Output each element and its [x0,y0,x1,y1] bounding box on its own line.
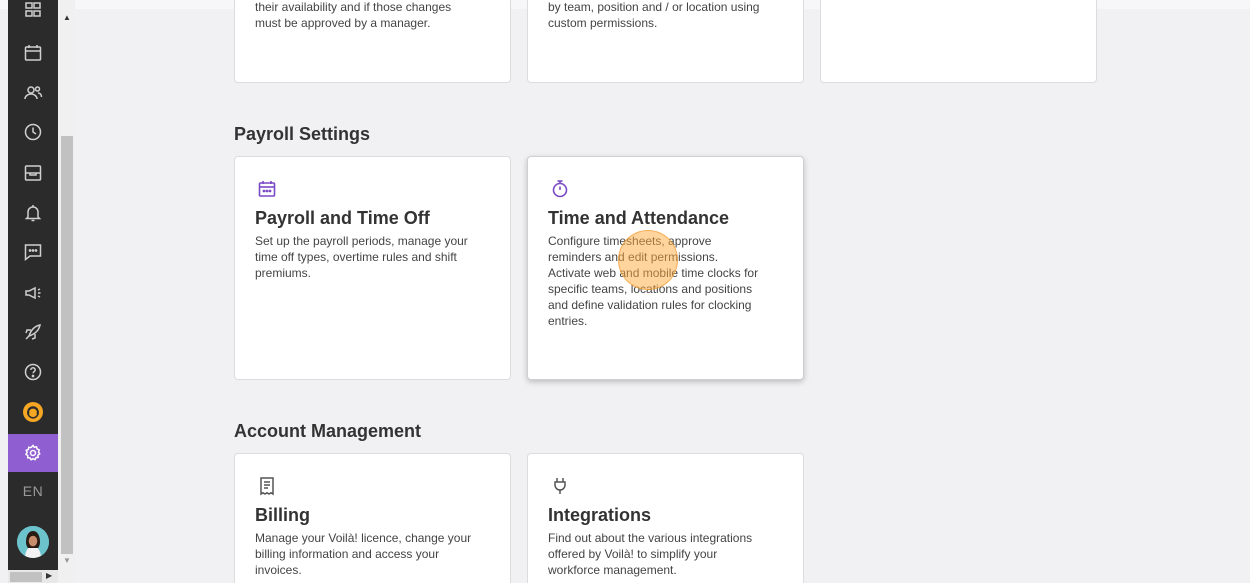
card-title: Payroll and Time Off [255,208,430,228]
rocket-icon[interactable] [8,314,58,350]
plug-icon [554,478,566,494]
card-description: by team, position and / or location usin… [548,0,759,31]
settings-card[interactable] [820,0,1097,83]
payroll-time-off-card[interactable]: Payroll and Time Off Set up the payroll … [234,156,511,380]
card-title: Billing [255,505,310,525]
desc-line: time off types, overtime rules and shift [255,250,457,264]
desc-line: Set up the payroll periods, manage your [255,234,468,248]
stopwatch-icon [552,180,568,198]
receipt-icon [260,477,274,496]
megaphone-icon[interactable] [8,275,58,311]
desc-line: billing information and access your [255,547,440,561]
calendar-icon[interactable] [8,35,58,71]
help-icon[interactable] [8,354,58,390]
desc-line: invoices. [255,563,302,577]
click-indicator [618,230,678,290]
integrations-card[interactable]: Integrations Find out about the various … [527,453,804,583]
settings-icon[interactable] [8,434,58,472]
desc-line: by team, position and / or location usin… [548,0,760,14]
calendar-icon [258,181,276,197]
inbox-icon[interactable] [8,155,58,191]
desc-line: and define validation rules for clocking [548,298,752,312]
scroll-up-arrow-icon[interactable]: ▲ [60,10,74,24]
avatar[interactable] [17,526,49,558]
billing-card[interactable]: Billing Manage your Voilà! licence, chan… [234,453,511,583]
people-icon[interactable] [8,75,58,111]
desc-line: entries. [548,314,588,328]
desc-line: Manage your Voilà! licence, change your [255,531,472,545]
card-description: Manage your Voilà! licence, change your … [255,530,471,578]
chat-icon[interactable] [8,234,58,270]
clock-icon[interactable] [8,114,58,150]
card-title: Time and Attendance [548,208,730,228]
bell-icon[interactable] [8,195,58,231]
scroll-right-arrow-icon[interactable]: ▶ [46,571,52,580]
card-description: their availability and if those changes … [255,0,451,31]
desc-line: premiums. [255,266,312,280]
desc-line: their availability and if those changes [255,0,452,14]
card-description: Find out about the various integrations … [548,530,752,578]
scroll-down-arrow-icon[interactable]: ▼ [60,553,74,567]
desc-line: must be approved by a manager. [255,16,431,30]
card-description: Set up the payroll periods, manage your … [255,233,468,281]
scrollbar-thumb[interactable] [61,136,73,554]
account-management-heading: Account Management [234,421,422,441]
desc-line: Find out about the various integrations [548,531,753,545]
desc-line: offered by Voilà! to simplify your [548,547,718,561]
language-selector[interactable]: EN [8,476,58,506]
horizontal-scrollbar-thumb[interactable] [10,572,42,582]
availability-card[interactable]: their availability and if those changes … [234,0,511,83]
sidebar: EN [8,0,58,583]
permissions-card[interactable]: by team, position and / or location usin… [527,0,804,83]
support-icon[interactable] [8,394,58,430]
desc-line: custom permissions. [548,16,658,30]
desc-line: workforce management. [548,563,677,577]
apps-icon[interactable] [8,0,58,26]
card-title: Integrations [548,505,652,525]
payroll-settings-heading: Payroll Settings [234,124,371,144]
